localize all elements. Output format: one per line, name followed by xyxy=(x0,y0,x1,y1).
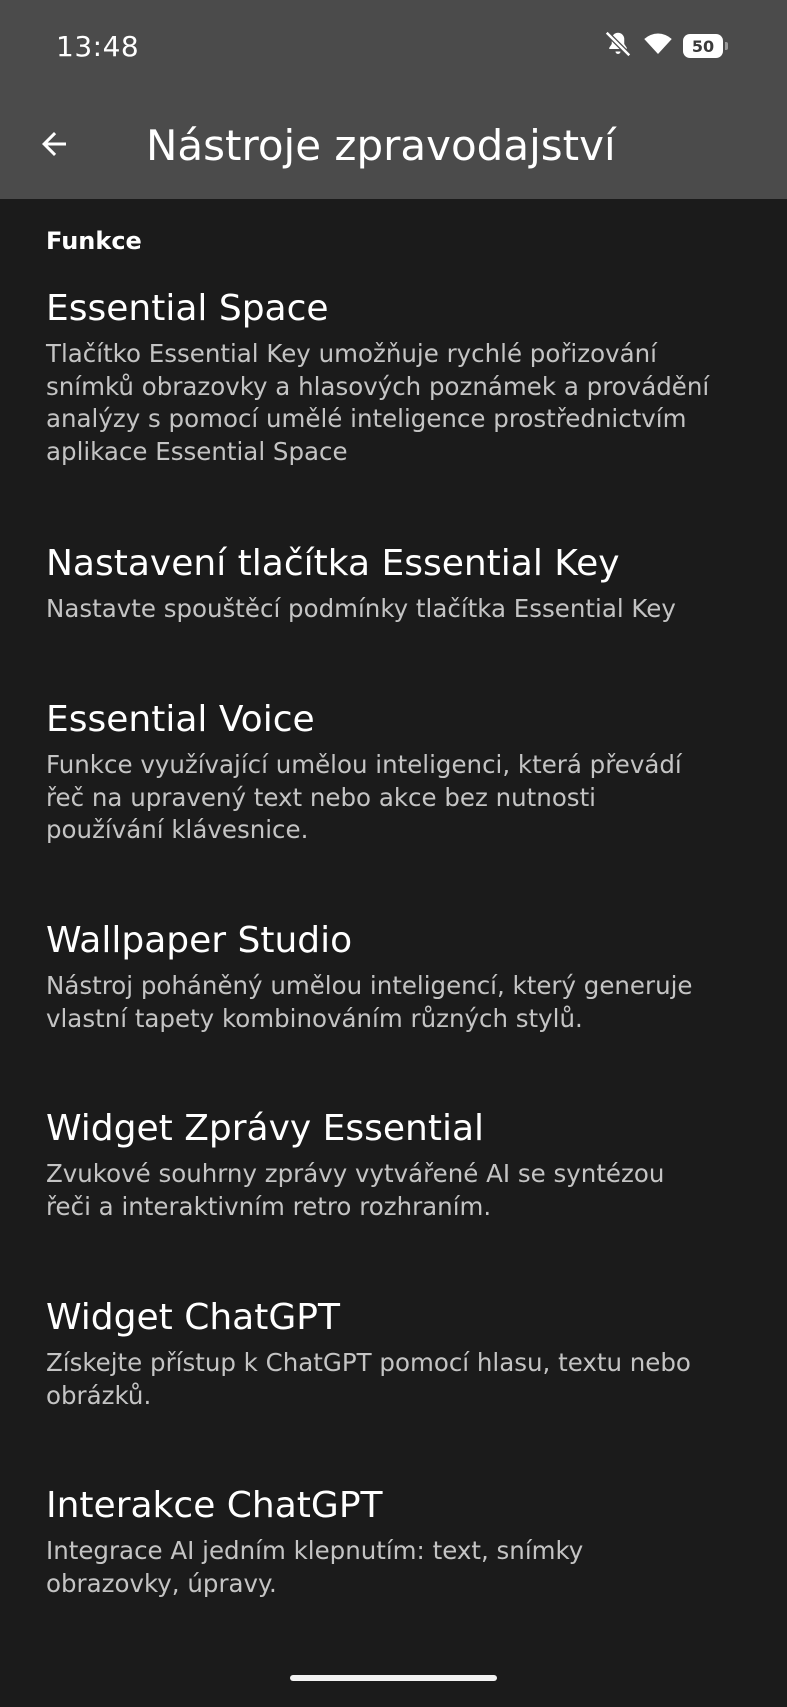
description-line: používání klávesnice. xyxy=(46,815,309,844)
item-title: Essential Voice xyxy=(46,699,315,740)
description-line: Funkce využívající umělou inteligenci, k… xyxy=(46,750,682,779)
item-title: Interakce ChatGPT xyxy=(46,1485,383,1526)
arrow-left-icon xyxy=(36,126,72,166)
description-line: vlastní tapety kombinováním různých styl… xyxy=(46,1003,583,1033)
list-item-widget-essential-news[interactable]: Widget Zprávy Essential Zvukové souhrny … xyxy=(0,1106,787,1223)
description-line: aplikace Essential Space xyxy=(46,436,348,466)
list-item-widget-chatgpt[interactable]: Widget ChatGPT Získejte přístup k ChatGP… xyxy=(0,1295,787,1412)
description-line: obrazovky, úpravy. xyxy=(46,1568,277,1598)
back-button[interactable] xyxy=(24,116,84,176)
list-item-essential-key-settings[interactable]: Nastavení tlačítka Essential Key Nastavt… xyxy=(0,541,787,626)
item-description: Tlačítko Essential Key umožňuje rychlé p… xyxy=(46,338,741,468)
list-item-wallpaper-studio[interactable]: Wallpaper Studio Nástroj poháněný umělou… xyxy=(0,918,787,1035)
status-time: 13:48 xyxy=(56,30,140,63)
battery-icon: 50 xyxy=(683,34,728,58)
list-item-essential-space[interactable]: Essential Space Tlačítko Essential Key u… xyxy=(0,286,787,468)
description-line: Nástroj poháněný umělou inteligencí, kte… xyxy=(46,971,693,1000)
home-indicator[interactable] xyxy=(290,1675,497,1681)
description-line: Nastavte spouštěcí podmínky tlačítka Ess… xyxy=(46,594,676,623)
item-description: Nástroj poháněný umělou inteligencí, kte… xyxy=(46,970,741,1035)
description-line: řeč na upravený text nebo akce bez nutno… xyxy=(46,782,596,812)
description-line: řeči a interaktivním retro rozhraním. xyxy=(46,1191,492,1221)
item-description: Funkce využívající umělou inteligenci, k… xyxy=(46,749,741,847)
battery-level: 50 xyxy=(691,36,715,56)
item-description: Zvukové souhrny zprávy vytvářené AI se s… xyxy=(46,1158,741,1223)
item-description: Integrace AI jedním klepnutím: text, sní… xyxy=(46,1535,741,1600)
page-title: Nástroje zpravodajství xyxy=(146,121,616,170)
item-description: Získejte přístup k ChatGPT pomocí hlasu,… xyxy=(46,1347,741,1412)
list-item-chatgpt-interaction[interactable]: Interakce ChatGPT Integrace AI jedním kl… xyxy=(0,1483,787,1600)
mute-icon xyxy=(603,29,633,63)
item-description: Nastavte spouštěcí podmínky tlačítka Ess… xyxy=(46,593,741,626)
item-title: Nastavení tlačítka Essential Key xyxy=(46,543,620,584)
description-line: snímků obrazovky a hlasových poznámek a … xyxy=(46,371,710,401)
section-header: Funkce xyxy=(46,227,142,255)
wifi-icon xyxy=(643,29,673,63)
app-bar: Nástroje zpravodajství xyxy=(0,92,787,199)
item-title: Essential Space xyxy=(46,288,329,329)
item-title: Widget ChatGPT xyxy=(46,1297,340,1338)
description-line: Integrace AI jedním klepnutím: text, sní… xyxy=(46,1536,584,1565)
description-line: Tlačítko Essential Key umožňuje rychlé p… xyxy=(46,339,657,368)
status-bar: 13:48 50 xyxy=(0,0,787,92)
description-line: Zvukové souhrny zprávy vytvářené AI se s… xyxy=(46,1159,665,1188)
status-icons: 50 xyxy=(603,29,728,63)
description-line: analýzy s pomocí umělé inteligence prost… xyxy=(46,404,687,433)
item-title: Widget Zprávy Essential xyxy=(46,1108,485,1149)
item-title: Wallpaper Studio xyxy=(46,920,353,961)
list-item-essential-voice[interactable]: Essential Voice Funkce využívající umělo… xyxy=(0,697,787,847)
description-line: obrázků. xyxy=(46,1380,152,1410)
description-line: Získejte přístup k ChatGPT pomocí hlasu,… xyxy=(46,1348,691,1377)
